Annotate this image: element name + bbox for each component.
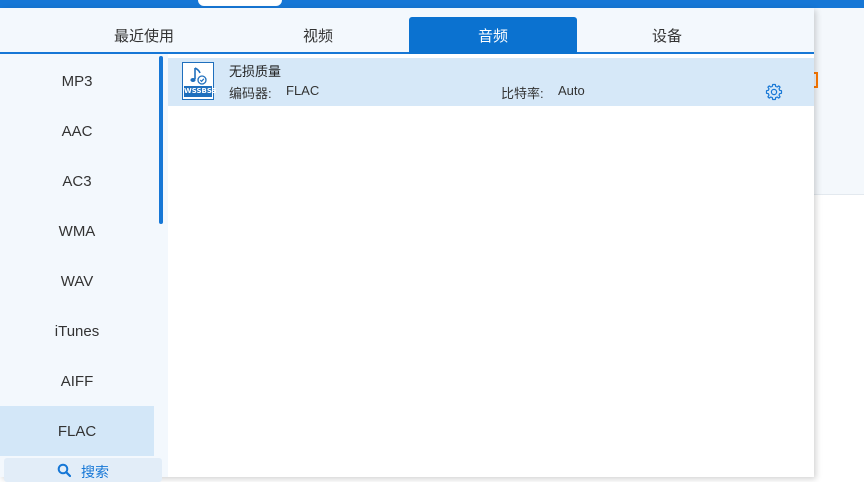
preset-list: WSSBSS 无损质量 编码器: FLAC 比特率: Auto (168, 54, 814, 477)
format-item-ac3[interactable]: AC3 (0, 156, 154, 206)
format-list: MP3 AAC AC3 WMA WAV iTunes AIFF FLAC 搜索 (0, 54, 168, 482)
audio-file-tag: WSSBSS (184, 86, 217, 97)
tab-audio[interactable]: 音频 (409, 17, 577, 54)
preset-name: 无损质量 (229, 64, 282, 79)
format-item-wma[interactable]: WMA (0, 206, 154, 256)
format-tabs: 最近使用 视频 音频 设备 (0, 8, 814, 54)
search-icon (57, 463, 71, 477)
tab-recent[interactable]: 最近使用 (60, 17, 228, 54)
app-top-bar (0, 0, 864, 8)
tab-video[interactable]: 视频 (234, 17, 402, 54)
format-item-mp3[interactable]: MP3 (0, 56, 154, 106)
format-item-aiff[interactable]: AIFF (0, 356, 154, 406)
format-picker-popup: 最近使用 视频 音频 设备 MP3 AAC AC3 WMA WAV iTunes… (0, 8, 814, 482)
encoder-value: FLAC (286, 83, 320, 98)
search-label: 搜索 (81, 464, 109, 480)
settings-gear-icon[interactable] (765, 83, 783, 101)
format-list-scrollbar[interactable] (159, 56, 163, 224)
format-item-aac[interactable]: AAC (0, 106, 154, 156)
background-panel (814, 8, 864, 195)
preset-row-lossless[interactable]: WSSBSS 无损质量 编码器: FLAC 比特率: Auto (168, 58, 814, 106)
background-bracket-icon (814, 72, 818, 88)
search-button[interactable]: 搜索 (4, 458, 162, 482)
format-item-wav[interactable]: WAV (0, 256, 154, 306)
bitrate-value: Auto (558, 83, 585, 98)
audio-file-icon: WSSBSS (182, 62, 217, 100)
bitrate-label: 比特率: (501, 86, 544, 101)
encoder-label: 编码器: (229, 86, 272, 101)
format-item-itunes[interactable]: iTunes (0, 306, 154, 356)
tab-device[interactable]: 设备 (583, 17, 751, 54)
app-top-bar-notch (198, 0, 282, 6)
format-item-flac[interactable]: FLAC (0, 406, 154, 456)
